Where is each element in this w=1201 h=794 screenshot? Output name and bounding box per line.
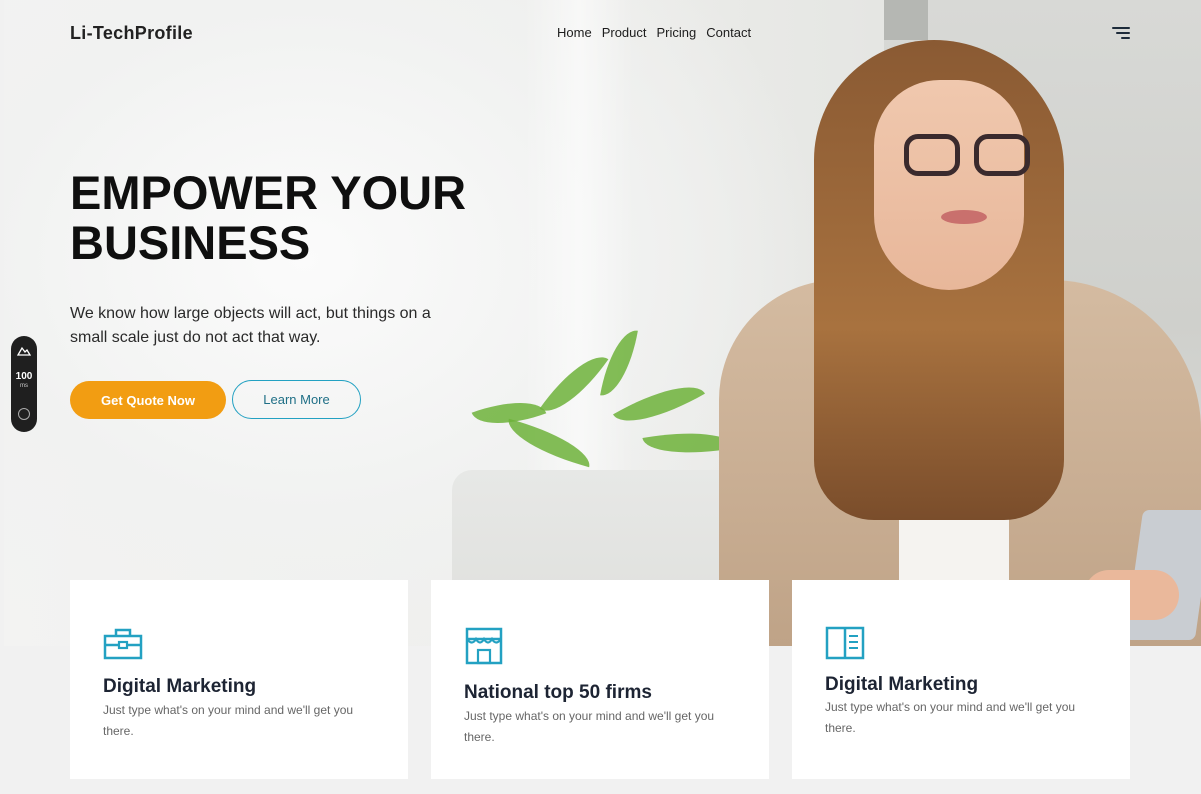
nav-contact[interactable]: Contact <box>706 25 751 40</box>
clock-icon <box>18 408 30 420</box>
get-quote-button[interactable]: Get Quote Now <box>70 381 226 419</box>
latency-unit: ms <box>20 383 28 389</box>
headline-line-1: EMPOWER YOUR <box>70 166 467 219</box>
card-description: Just type what's on your mind and we'll … <box>103 703 354 738</box>
learn-more-button[interactable]: Learn More <box>232 380 361 419</box>
card-title: Digital Marketing <box>825 674 979 695</box>
hero-description: We know how large objects will act, but … <box>70 305 431 346</box>
headline-line-2: BUSINESS <box>70 216 311 269</box>
mountain-icon <box>17 346 31 356</box>
card-title: National top 50 firms <box>464 682 652 703</box>
woman-photo <box>704 30 1201 646</box>
latency-widget[interactable]: 100 ms <box>11 336 37 432</box>
briefcase-icon <box>103 628 143 660</box>
main-nav: Home Product Pricing Contact <box>557 25 751 40</box>
service-card[interactable]: Digital Marketing Just type what's on yo… <box>70 580 408 779</box>
service-card[interactable]: National top 50 firms Just type what's o… <box>431 580 769 779</box>
nav-product[interactable]: Product <box>602 25 647 40</box>
menu-icon[interactable] <box>1108 25 1130 41</box>
service-card[interactable]: Digital Marketing Just type what's on yo… <box>792 580 1130 779</box>
brand-logo[interactable]: Li-TechProfile <box>70 23 193 44</box>
card-description: Just type what's on your mind and we'll … <box>825 700 1076 735</box>
card-description: Just type what's on your mind and we'll … <box>464 709 715 744</box>
latency-value: 100 <box>15 371 33 382</box>
card-title: Digital Marketing <box>103 676 257 697</box>
book-icon <box>825 626 865 660</box>
nav-pricing[interactable]: Pricing <box>657 25 697 40</box>
storefront-icon <box>465 627 503 665</box>
nav-home[interactable]: Home <box>557 25 592 40</box>
hero-headline: EMPOWER YOUR BUSINESS <box>70 168 466 268</box>
